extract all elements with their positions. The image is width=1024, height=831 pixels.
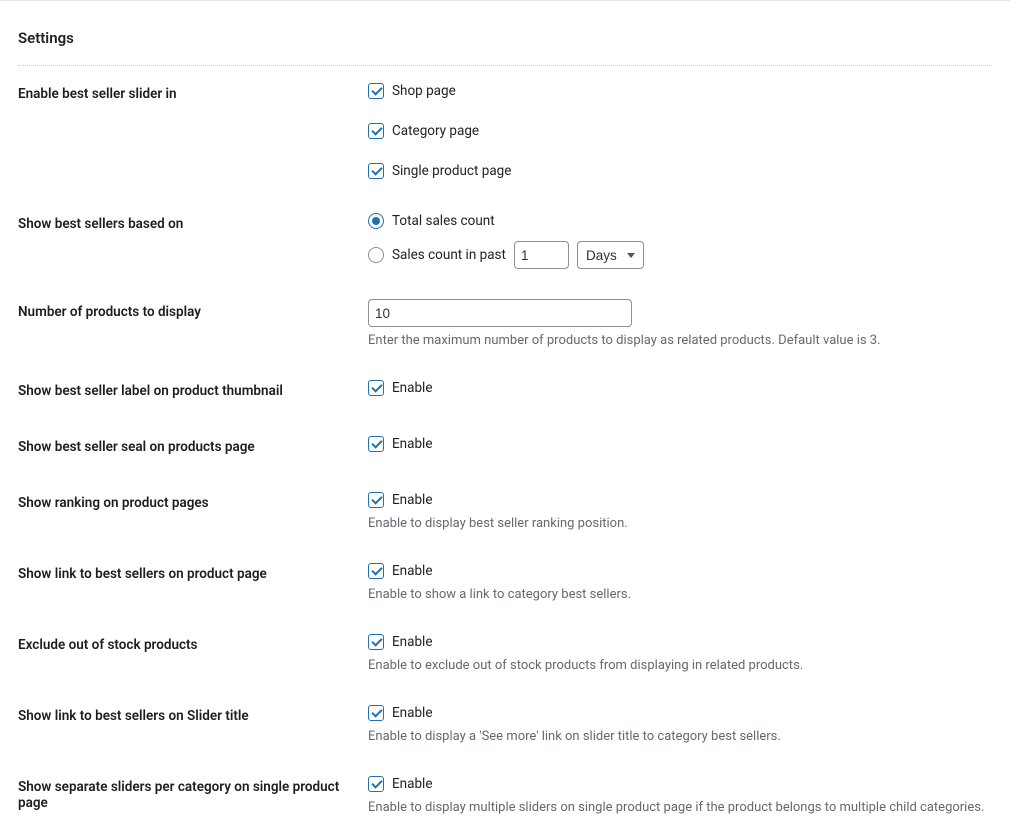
field-num-products: Number of products to display Enter the … [18, 284, 992, 363]
field-link-slider-title: Show link to best sellers on Slider titl… [18, 688, 992, 759]
field-thumb-label: Show best seller label on product thumbn… [18, 363, 992, 419]
label-ranking: Show ranking on product pages [18, 475, 368, 546]
checkbox-link-slider-title[interactable] [368, 705, 384, 721]
label-separate-sliders: Show separate sliders per category on si… [18, 759, 368, 831]
field-exclude-oos: Exclude out of stock products Enable Ena… [18, 617, 992, 688]
desc-link-product: Enable to show a link to category best s… [368, 587, 992, 602]
checkbox-single-product-page-label: Single product page [392, 163, 511, 179]
checkbox-separate-sliders[interactable] [368, 776, 384, 792]
field-ranking: Show ranking on product pages Enable Ena… [18, 475, 992, 546]
field-separate-sliders: Show separate sliders per category on si… [18, 759, 992, 831]
field-link-product: Show link to best sellers on product pag… [18, 546, 992, 617]
checkbox-exclude-oos-label: Enable [392, 634, 433, 650]
input-past-value[interactable] [514, 241, 569, 269]
checkbox-separate-sliders-label: Enable [392, 776, 433, 792]
label-num-products: Number of products to display [18, 284, 368, 363]
field-enable-slider: Enable best seller slider in Shop page C… [18, 66, 992, 196]
page-title: Settings [18, 1, 992, 65]
label-seal: Show best seller seal on products page [18, 419, 368, 475]
label-exclude-oos: Exclude out of stock products [18, 617, 368, 688]
checkbox-ranking[interactable] [368, 492, 384, 508]
radio-sales-past[interactable] [368, 247, 384, 263]
desc-exclude-oos: Enable to exclude out of stock products … [368, 658, 992, 673]
field-seal: Show best seller seal on products page E… [18, 419, 992, 475]
radio-total-sales-label: Total sales count [392, 213, 495, 229]
label-basis: Show best sellers based on [18, 196, 368, 284]
desc-num-products: Enter the maximum number of products to … [368, 333, 992, 348]
radio-sales-past-label: Sales count in past [392, 247, 506, 263]
select-past-unit[interactable]: Days [577, 241, 644, 269]
checkbox-link-product-label: Enable [392, 563, 433, 579]
checkbox-link-product[interactable] [368, 563, 384, 579]
checkbox-thumb-label[interactable] [368, 380, 384, 396]
field-basis: Show best sellers based on Total sales c… [18, 196, 992, 284]
checkbox-seal-label: Enable [392, 436, 433, 452]
checkbox-ranking-label: Enable [392, 492, 433, 508]
checkbox-category-page[interactable] [368, 123, 384, 139]
desc-link-slider-title: Enable to display a 'See more' link on s… [368, 729, 992, 744]
desc-ranking: Enable to display best seller ranking po… [368, 516, 992, 531]
checkbox-category-page-label: Category page [392, 123, 479, 139]
input-num-products[interactable] [368, 299, 632, 327]
label-enable-slider: Enable best seller slider in [18, 66, 368, 196]
label-link-slider-title: Show link to best sellers on Slider titl… [18, 688, 368, 759]
checkbox-link-slider-title-label: Enable [392, 705, 433, 721]
checkbox-shop-page[interactable] [368, 83, 384, 99]
checkbox-thumb-label-label: Enable [392, 380, 433, 396]
checkbox-seal[interactable] [368, 436, 384, 452]
desc-separate-sliders: Enable to display multiple sliders on si… [368, 800, 992, 815]
checkbox-exclude-oos[interactable] [368, 634, 384, 650]
radio-total-sales[interactable] [368, 213, 384, 229]
label-link-product: Show link to best sellers on product pag… [18, 546, 368, 617]
label-thumb-label: Show best seller label on product thumbn… [18, 363, 368, 419]
checkbox-shop-page-label: Shop page [392, 83, 456, 99]
checkbox-single-product-page[interactable] [368, 163, 384, 179]
